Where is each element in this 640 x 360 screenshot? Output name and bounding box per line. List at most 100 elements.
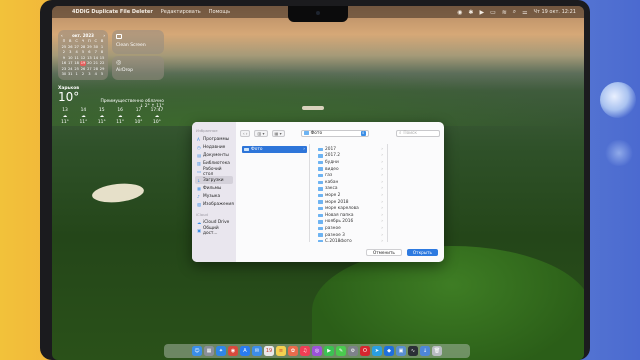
calendar-day-today[interactable]: 19 [80, 61, 86, 66]
dock-messages-icon[interactable]: ✎ [336, 346, 346, 356]
back-forward-buttons[interactable]: ‹ › [240, 129, 251, 137]
dock-facetime-icon[interactable]: ▶ [324, 346, 334, 356]
dock-photos-icon[interactable]: ✿ [288, 346, 298, 356]
calendar-day[interactable]: 29 [86, 45, 92, 50]
search-icon[interactable]: ⌕ [513, 8, 516, 16]
dock-activity-icon[interactable]: ∿ [408, 346, 418, 356]
menu-clock[interactable]: Чт 19 окт. 12:21 [534, 9, 576, 15]
calendar-day[interactable]: 4 [93, 72, 99, 77]
column-item-selected[interactable]: Фото › [242, 146, 307, 153]
sidebar-item[interactable]: ↓ Загрузки [195, 175, 233, 185]
calendar-day[interactable]: 26 [67, 45, 73, 50]
folder-row[interactable]: Новая папка › [314, 212, 387, 219]
calendar-day[interactable]: 5 [80, 50, 86, 55]
calendar-day[interactable]: 7 [93, 50, 99, 55]
calendar-day[interactable]: 15 [99, 56, 105, 61]
search-field[interactable]: ⌕ Поиск [396, 129, 440, 137]
calendar-day[interactable]: 13 [86, 56, 92, 61]
folder-row[interactable]: ноябрь 2016 › [314, 219, 387, 226]
folder-row[interactable]: 2017.2 › [314, 153, 387, 160]
calendar-day[interactable]: 12 [80, 56, 86, 61]
menu-help[interactable]: Помощь [209, 9, 230, 15]
dock-mail-icon[interactable]: ✉ [252, 346, 262, 356]
cancel-button[interactable]: Отменить [366, 249, 402, 256]
control-center-icon[interactable]: ⚌ [522, 9, 527, 16]
dock-safari-icon[interactable]: ✦ [216, 346, 226, 356]
calendar-day[interactable]: 22 [99, 61, 105, 66]
calendar-day[interactable]: 11 [74, 56, 80, 61]
calendar-day[interactable]: 2 [80, 72, 86, 77]
dock-app-store-icon[interactable]: A [240, 346, 250, 356]
folder-row[interactable]: закса › [314, 186, 387, 193]
app-name-menu[interactable]: 4DDiG Duplicate File Deleter [72, 9, 153, 15]
calendar-day[interactable]: 29 [99, 67, 105, 72]
dock-4ddig-icon[interactable]: ◆ [384, 346, 394, 356]
dock-music-icon[interactable]: ♫ [300, 346, 310, 356]
next-month-icon[interactable]: › [103, 33, 105, 38]
dock-finder-icon[interactable]: ☺ [192, 346, 202, 356]
calendar-day[interactable]: 4 [74, 50, 80, 55]
weather-widget[interactable]: Харьков 10° Преимущественно облачно ↓ 2°… [58, 86, 164, 142]
dock-podcasts-icon[interactable]: ◎ [312, 346, 322, 356]
folder-row[interactable]: видео › [314, 166, 387, 173]
calendar-day[interactable]: 14 [93, 56, 99, 61]
sidebar-item[interactable]: A Программы [195, 135, 233, 143]
folder-row[interactable]: газ › [314, 172, 387, 179]
folder-row[interactable]: разное 3 › [314, 232, 387, 239]
dock-preview-icon[interactable]: ▣ [396, 346, 406, 356]
brightness-icon[interactable]: ✱ [468, 9, 473, 16]
calendar-day[interactable]: 31 [67, 72, 73, 77]
calendar-day[interactable]: 5 [99, 72, 105, 77]
dock-system-settings-icon[interactable]: ⚙ [348, 346, 358, 356]
calendar-day[interactable]: 10 [67, 56, 73, 61]
calendar-day[interactable]: 25 [61, 45, 67, 50]
menu-edit[interactable]: Редактировать [161, 9, 201, 15]
calendar-day[interactable]: 23 [61, 67, 67, 72]
calendar-day[interactable]: 3 [86, 72, 92, 77]
calendar-day[interactable]: 21 [93, 61, 99, 66]
folder-row[interactable]: 2017 › [314, 146, 387, 153]
clean-screen-widget[interactable]: Clean Screen [112, 30, 164, 54]
calendar-day[interactable]: 6 [86, 50, 92, 55]
sidebar-item[interactable]: ▤ Документы [195, 151, 233, 159]
calendar-day[interactable]: 28 [80, 45, 86, 50]
open-button[interactable]: Открыть [406, 249, 438, 256]
sidebar-item[interactable]: ◷ Недавние [195, 143, 233, 151]
dock-notes-icon[interactable]: ≡ [276, 346, 286, 356]
calendar-day[interactable]: 27 [86, 67, 92, 72]
dock-launchpad-icon[interactable]: ▦ [204, 346, 214, 356]
folder-row[interactable]: С.2018фото › [314, 238, 387, 242]
calendar-widget[interactable]: ‹ окт. 2023 › П В С Ч П С В 25 26 27 28 29 30 1 2 3 4 5 6 7 8 9… [58, 30, 108, 80]
path-selector[interactable]: Фото ⇕ [300, 129, 369, 137]
calendar-day[interactable]: 26 [80, 67, 86, 72]
dock-opera-icon[interactable]: O [360, 346, 370, 356]
calendar-day[interactable]: 1 [99, 45, 105, 50]
calendar-day[interactable]: 20 [86, 61, 92, 66]
view-columns-button[interactable]: ▥ ▾ [254, 129, 268, 137]
dock-telegram-icon[interactable]: ➤ [372, 346, 382, 356]
calendar-day[interactable]: 17 [67, 61, 73, 66]
view-grid-button[interactable]: ▦ ▾ [271, 129, 285, 137]
calendar-day[interactable]: 30 [61, 72, 67, 77]
folder-row[interactable]: кабан › [314, 179, 387, 186]
wifi-icon[interactable]: ≋ [502, 9, 507, 16]
sidebar-item[interactable]: ▦ Фильмы [195, 184, 233, 192]
calendar-day[interactable]: 18 [74, 61, 80, 66]
airdrop-widget[interactable]: ◎ AirDrop [112, 56, 164, 80]
calendar-day[interactable]: 24 [67, 67, 73, 72]
folder-row[interactable]: море 2 › [314, 192, 387, 199]
calendar-day[interactable]: 8 [99, 50, 105, 55]
calendar-day[interactable]: 16 [61, 61, 67, 66]
dock-trash-icon[interactable]: 🗑 [432, 346, 442, 356]
calendar-day[interactable]: 28 [93, 67, 99, 72]
battery-icon[interactable]: ▭ [490, 9, 496, 16]
folder-row[interactable]: разное › [314, 225, 387, 232]
calendar-day[interactable]: 3 [67, 50, 73, 55]
sidebar-item[interactable]: ♪ Музыка [195, 192, 233, 200]
sidebar-item[interactable]: ▧ Изображения [195, 201, 234, 209]
folder-row[interactable]: море 2018 › [314, 199, 387, 206]
prev-month-icon[interactable]: ‹ [61, 33, 63, 38]
calendar-day[interactable]: 9 [61, 56, 67, 61]
folder-row[interactable]: море карелова › [314, 205, 387, 212]
calendar-day[interactable]: 1 [74, 72, 80, 77]
